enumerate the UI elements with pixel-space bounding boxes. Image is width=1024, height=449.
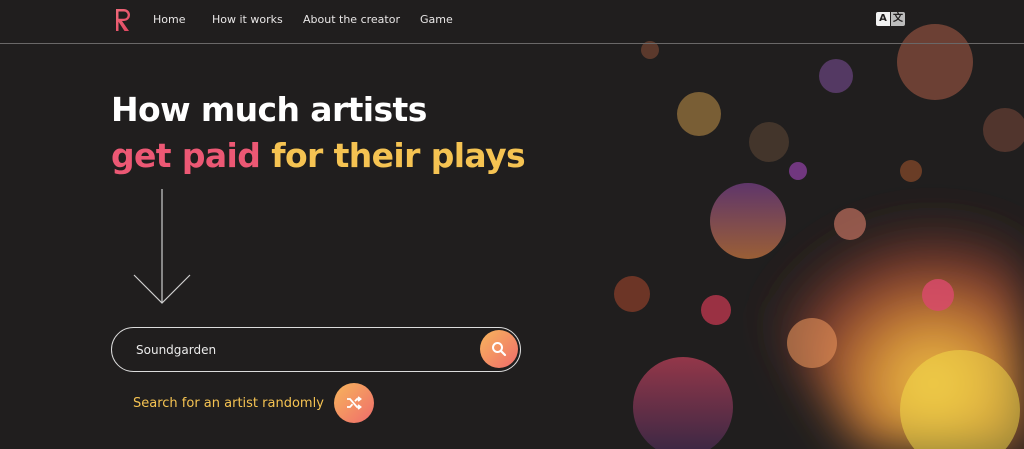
search-icon <box>492 342 507 357</box>
hero-title: How much artists get paid for their play… <box>111 87 526 179</box>
hero-highlight-pink: get paid <box>111 136 261 175</box>
hero-line1: How much artists <box>111 90 427 129</box>
nav-how-it-works-link[interactable]: How it works <box>212 13 283 26</box>
translate-icon-b: 文 <box>891 12 905 26</box>
artist-search-box <box>111 327 521 372</box>
translate-icon-a: A <box>876 12 890 26</box>
random-artist-button[interactable]: Search for an artist randomly <box>133 383 374 423</box>
page: Home How it works About the creator Game… <box>0 0 1024 449</box>
nav-home-link[interactable]: Home <box>153 13 185 26</box>
shuffle-button[interactable] <box>333 383 374 423</box>
hero-line2: get paid for their plays <box>111 133 526 179</box>
hero-highlight-yellow: for their plays <box>271 136 526 175</box>
translate-icon[interactable]: A 文 <box>876 12 905 26</box>
shuffle-icon <box>346 396 362 410</box>
decorative-bubbles-art <box>614 24 1024 449</box>
search-button[interactable] <box>480 330 518 368</box>
top-nav: Home How it works About the creator Game… <box>0 0 1024 44</box>
artist-search-input[interactable] <box>134 338 468 362</box>
logo-icon[interactable] <box>114 8 132 32</box>
nav-about-creator-link[interactable]: About the creator <box>303 13 400 26</box>
nav-game-link[interactable]: Game <box>420 13 453 26</box>
random-artist-label: Search for an artist randomly <box>133 395 324 411</box>
arrow-down-icon <box>133 189 191 304</box>
